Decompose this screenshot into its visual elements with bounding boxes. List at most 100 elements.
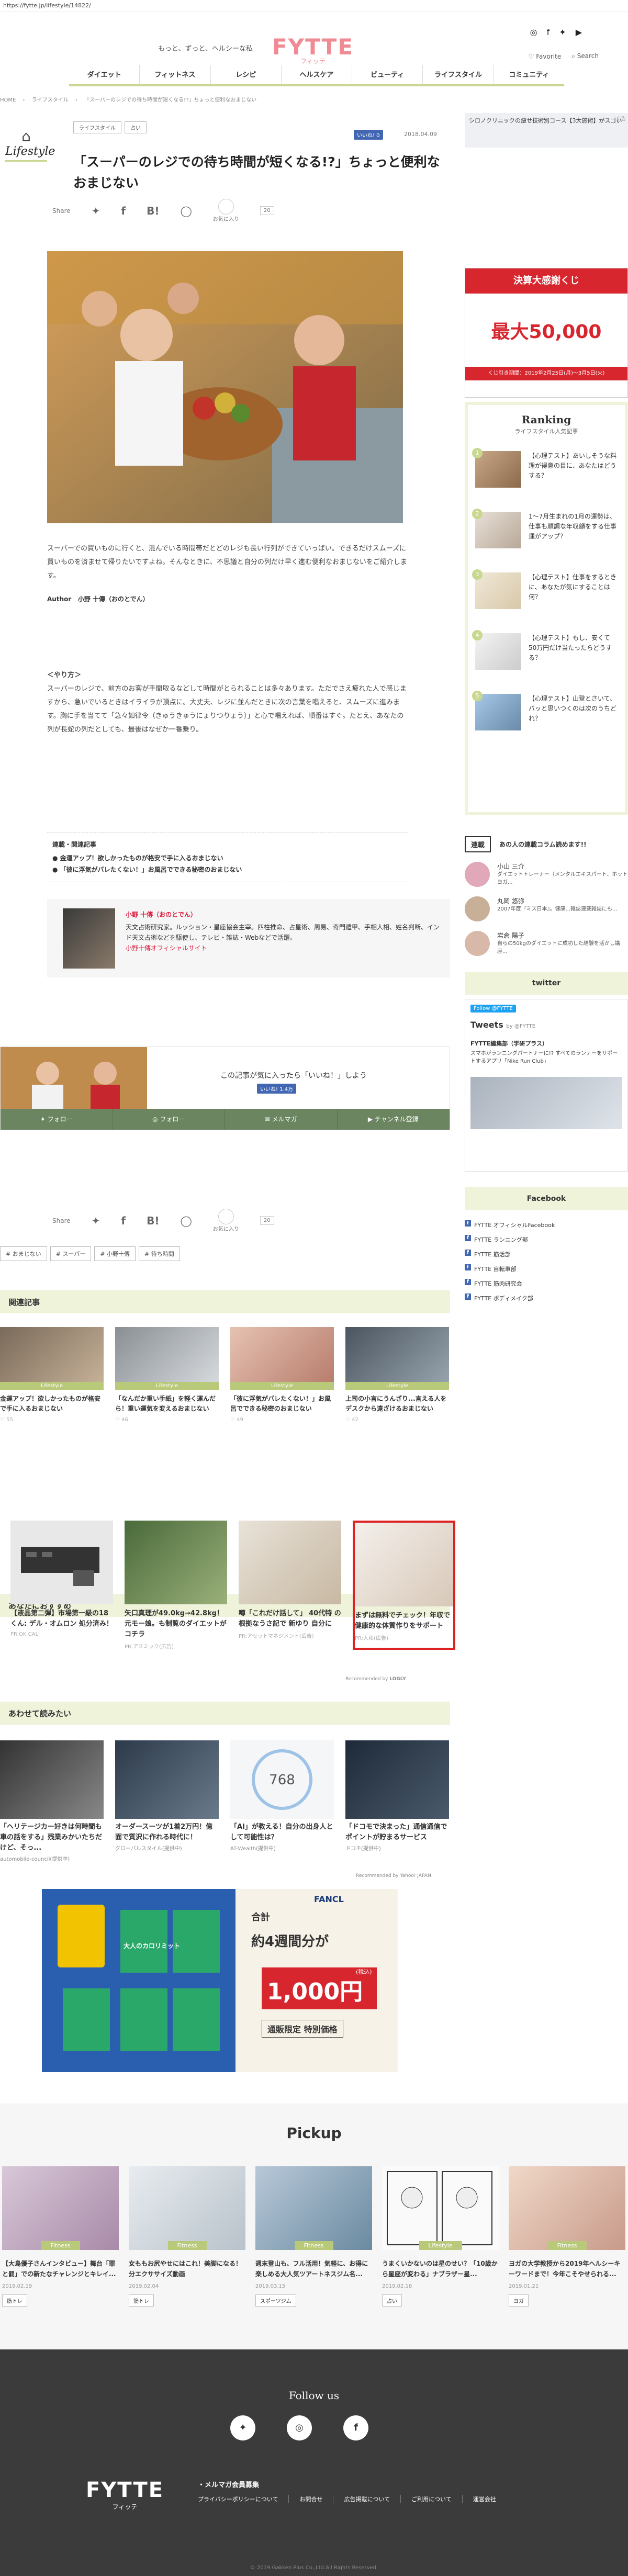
category-badge: ⌂ Lifestyle [5, 128, 55, 162]
keyword-tag[interactable]: # おまじない [0, 1246, 47, 1261]
footer-link-contact[interactable]: お問合せ [289, 2495, 334, 2503]
related-link-2[interactable]: ● 「彼に浮気がバレたくない！」お風呂でできる秘密のおまじない [52, 864, 403, 875]
facebook-share-icon[interactable]: f [121, 1214, 126, 1227]
related-card[interactable]: Lifestyle 金運アップ！欲しかったものが格安で手に入るおまじない ♡ 55 [0, 1327, 104, 1423]
twitter-follow-button[interactable]: Follow @FYTTE [470, 1005, 516, 1013]
fb-like-button[interactable]: いいね! 0 [354, 130, 383, 140]
site-logo[interactable]: FYTTE フィッテ [271, 36, 355, 65]
footer-link-ads[interactable]: 広告掲載について [333, 2495, 401, 2503]
twitter-share-icon[interactable]: ✦ [92, 1214, 100, 1227]
facebook-link[interactable]: FYTTE 筋肉研究会 [465, 1276, 628, 1291]
nav-fitness[interactable]: フィットネス [140, 65, 211, 84]
facebook-share-icon[interactable]: f [121, 205, 126, 217]
facebook-link[interactable]: FYTTE ランニング部 [465, 1232, 628, 1247]
related-card[interactable]: Lifestyle 「彼に浮気がバレたくない！」お風呂でできる秘密のおまじない ♡… [230, 1327, 334, 1423]
also-read-card[interactable]: 「ヘリテージカー好きは何時間も車の話をする」残業みかいたちだけど、そっ... au… [0, 1740, 104, 1862]
nav-healthcare[interactable]: ヘルスケア [282, 65, 353, 84]
tag-fortune[interactable]: 占い [125, 121, 147, 133]
recommend-card-highlighted[interactable]: まずは無料でチェック！年収で健康的な体質作りをサポート PR:大和(広告) [353, 1521, 455, 1650]
author-name[interactable]: 小野 十傳（おのとでん） [78, 595, 149, 603]
pickup-card[interactable]: Lifestyle うまくいかないのは星のせい？「10歳から星座が変わる」ナブラ… [382, 2166, 499, 2307]
header-social: ◎ f ✦ ▶ [530, 27, 582, 37]
nav-beauty[interactable]: ビューティ [352, 65, 423, 84]
twitter-icon[interactable]: ✦ [559, 27, 566, 37]
facebook-link[interactable]: FYTTE 自転車部 [465, 1262, 628, 1276]
footer-link-company[interactable]: 運営会社 [463, 2495, 507, 2503]
pickup-card[interactable]: Fitness 【大島優子さんインタビュー】舞台「罪と罰」での新たなチャレンジと… [2, 2166, 119, 2307]
author-box-name[interactable]: 小野 十傳（おのとでん） [126, 909, 440, 920]
footer-facebook-icon[interactable]: f [343, 2415, 368, 2440]
keyword-tag[interactable]: # 小野十傳 [94, 1246, 136, 1261]
twitter-share-icon[interactable]: ✦ [92, 205, 100, 217]
also-read-card[interactable]: オーダースーツが1着2万円！億面で質沢に作れる時代に！ グローバルスタイル(提供中… [115, 1740, 219, 1862]
like-band-like-button[interactable]: いいね! 1.4万 [257, 1084, 297, 1094]
column-banner[interactable]: 連載 あの人の連載コラム読めます!! [465, 836, 628, 852]
columnist[interactable]: 丸岡 悠弥 2007年度『ミス日本』。健康...雑誌連載雑誌にも... [465, 896, 628, 921]
also-read-card[interactable]: 768 「AI」が教える！自分の出身人として可能性は？ AT-Wealth(提供中… [230, 1740, 334, 1862]
youtube-icon[interactable]: ▶ [576, 27, 582, 37]
ranking-item[interactable]: 5 【心理テスト】山登とさいて、バッと思いつくのは次のうちどれ？ [472, 691, 618, 730]
newsletter-link[interactable]: ・メルマガ会員募集 [198, 2479, 259, 2489]
newsletter-button[interactable]: ✉ メルマガ [225, 1109, 338, 1130]
ranking-item[interactable]: 2 1〜7月生まれの1月の運勢は、仕事も順調な年収額をする仕事運がアップ？ [472, 509, 618, 548]
footer-instagram-icon[interactable]: ◎ [287, 2415, 312, 2440]
nav-recipe[interactable]: レシピ [211, 65, 282, 84]
ranking-item[interactable]: 4 【心理テスト】もし、安くて50万円だけ当たったらどうする？ [472, 630, 618, 670]
address-bar[interactable]: https://fytte.jp/lifestyle/14822/ [0, 0, 628, 12]
pickup-card[interactable]: Fitness ヨガの大学教授から2019年ヘルシーキーワードまで！今年こそやせ… [509, 2166, 625, 2307]
follow-instagram-button[interactable]: ◎ フォロー [113, 1109, 225, 1130]
line-share-icon[interactable]: ◯ [180, 1214, 192, 1227]
pickup-tag[interactable]: ヨガ [509, 2294, 529, 2307]
search-link[interactable]: ⌕ Search [571, 52, 599, 60]
also-read-card[interactable]: 「ドコモで決まった」通信通信でポイントが貯まるサービス ドコモ(提供中) [345, 1740, 449, 1862]
columnist[interactable]: 岩倉 陽子 自らの50kgのダイエットに成功した経験を活かし講座... [465, 931, 628, 956]
breadcrumb-home[interactable]: HOME [0, 97, 16, 103]
author-official-link[interactable]: 小野十傳オフィシャルサイト [126, 943, 440, 953]
keyword-tag[interactable]: # スーパー [50, 1246, 92, 1261]
ranking-item[interactable]: 1 【心理テスト】あいしそうな料理が得意の目に、あなたはどうする？ [472, 448, 618, 488]
pickup-tag[interactable]: 筋トレ [129, 2294, 154, 2307]
twitter-timeline[interactable]: Follow @FYTTE Tweets by @FYTTE FYTTE編集部（… [465, 999, 628, 1172]
footer-twitter-icon[interactable]: ✦ [230, 2415, 255, 2440]
breadcrumb-lifestyle[interactable]: ライフスタイル [32, 97, 69, 103]
facebook-icon[interactable]: f [547, 27, 550, 37]
footer-link-privacy[interactable]: プライバシーポリシーについて [198, 2495, 289, 2503]
pickup-card[interactable]: Fitness 女ももお尻やせにはこれ！美脚になる！分エクササイズ動画 2019.… [129, 2166, 245, 2307]
favorite-button[interactable]: お気に入り [213, 199, 239, 222]
pickup-tag[interactable]: 占い [382, 2294, 402, 2307]
nav-diet[interactable]: ダイエット [69, 65, 140, 84]
instagram-icon[interactable]: ◎ [530, 27, 537, 37]
facebook-link[interactable]: FYTTE ボディメイク部 [465, 1291, 628, 1306]
columnist[interactable]: 小山 三介 ダイエットトレーナー（メンタルエキスパート、ホットヨガ... [465, 862, 628, 887]
facebook-link[interactable]: FYTTE 筋活部 [465, 1247, 628, 1262]
sidebar-ad-text[interactable]: シロノクリニックの痩せ技術別コース【3大施術】がスゴい 広告 [465, 113, 628, 148]
nav-community[interactable]: コミュニティ [494, 65, 564, 84]
ranking-item[interactable]: 3 【心理テスト】仕事をするときに、あなたが気にすることは何？ [472, 569, 618, 609]
pickup-tag[interactable]: スポーツジム [255, 2294, 296, 2307]
sidebar-ad-banner[interactable]: 決算大感謝くじ 最大50,000 くじ引き期間：2019年2月25日(月)〜3月… [465, 268, 628, 398]
nav-lifestyle[interactable]: ライフスタイル [423, 65, 494, 84]
pickup-tag[interactable]: 筋トレ [2, 2294, 27, 2307]
footer-link-terms[interactable]: ご利用について [401, 2495, 463, 2503]
logly-logo[interactable]: LOGLY [389, 1677, 406, 1682]
pickup-card[interactable]: Fitness 週末登山も、フル活用！気軽に、お得に楽しめる大人気ツアートネスジ… [255, 2166, 372, 2307]
related-card[interactable]: Lifestyle 上司の小言にうんざり...言える人をデスクから遠ざけるおまじ… [345, 1327, 449, 1423]
recommend-card[interactable]: 矢口真理が49.0kg→42.8kg！元モー娘。も制覧のダイエットがコチラ PR:… [125, 1521, 227, 1650]
favorite-link[interactable]: ♡ Favorite [529, 53, 562, 60]
recommend-card[interactable]: 噂「これだけ話して」 40代特 の根拠なうさ記で 新ゆり 自分に PR:アセットマ… [239, 1521, 341, 1650]
favorite-button-bottom[interactable]: お気に入り [213, 1209, 239, 1232]
hatena-share-icon[interactable]: B! [147, 1214, 159, 1227]
line-share-icon[interactable]: ◯ [180, 205, 192, 217]
facebook-link[interactable]: FYTTE オフィシャルFacebook [465, 1218, 628, 1232]
keyword-tag[interactable]: # 待ち時間 [139, 1246, 180, 1261]
related-articles-box: 連載・関連記事 ● 金運アップ！欲しかったものが格安で手に入るおまじない ● 「… [47, 832, 408, 882]
fancl-ad-banner[interactable]: FANCL 合計 約4週間分が 1,000円 (税込) 通販限定 特別価格 大人… [42, 1889, 398, 2072]
tag-lifestyle[interactable]: ライフスタイル [73, 121, 121, 133]
related-link-1[interactable]: ● 金運アップ！欲しかったものが格安で手に入るおまじない [52, 852, 403, 864]
footer-logo[interactable]: FYTTE フィッテ [86, 2478, 164, 2511]
related-card[interactable]: Lifestyle 「なんだか重い手紙」を軽く運んだら！重い運気を変えるおまじな… [115, 1327, 219, 1423]
recommend-card[interactable]: 【液晶第二弾】市場第一級の18 くん: デル・オムロン 処分済み！ PR:OK C… [10, 1521, 113, 1650]
follow-twitter-button[interactable]: ✦ フォロー [1, 1109, 113, 1130]
hatena-share-icon[interactable]: B! [147, 205, 159, 217]
youtube-subscribe-button[interactable]: ▶ チャンネル登録 [338, 1109, 450, 1130]
